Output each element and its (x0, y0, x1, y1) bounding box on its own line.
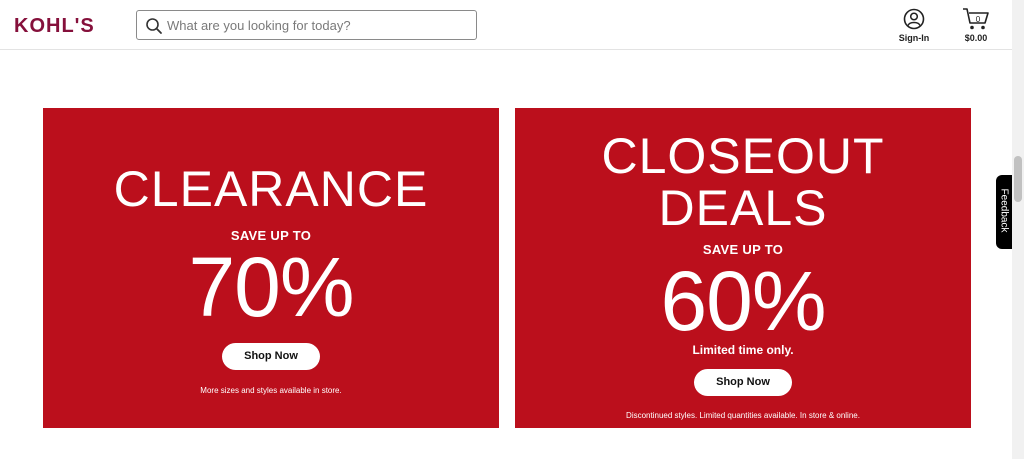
sign-in-label: Sign-In (898, 33, 930, 43)
shop-now-button[interactable]: Shop Now (222, 343, 320, 370)
search-icon (146, 18, 162, 34)
discount-percent: 70% (188, 240, 354, 334)
cart-link[interactable]: 0 $0.00 (956, 6, 996, 46)
promo-headline: CLEARANCE (43, 164, 499, 214)
discount-percent: 60% (660, 254, 826, 348)
cart-count: 0 (975, 15, 981, 24)
clearance-promo-banner[interactable]: CLEARANCE SAVE UP TO 70% Shop Now More s… (43, 108, 499, 428)
page-scrollbar[interactable] (1012, 0, 1024, 459)
promo-headline: CLOSEOUT DEALS (515, 130, 971, 234)
promo-headline-line: DEALS (658, 180, 828, 236)
shop-now-button[interactable]: Shop Now (694, 369, 792, 396)
site-header: KOHL'S Sign-In 0 $0.00 (0, 0, 1012, 50)
sign-in-link[interactable]: Sign-In (894, 6, 934, 46)
kohls-logo[interactable]: KOHL'S (14, 14, 122, 36)
svg-text:KOHL'S: KOHL'S (14, 15, 95, 36)
user-account-icon (903, 8, 925, 30)
fine-print: Discontinued styles. Limited quantities … (626, 411, 860, 420)
cart-total: $0.00 (964, 33, 988, 43)
closeout-deals-promo-banner[interactable]: CLOSEOUT DEALS SAVE UP TO 60% Limited ti… (515, 108, 971, 428)
fine-print: More sizes and styles available in store… (200, 386, 342, 395)
promo-headline-line: CLOSEOUT (601, 128, 885, 184)
promo-headline-line: CLEARANCE (113, 161, 429, 217)
feedback-label: Feedback (998, 188, 1010, 233)
search-input[interactable] (167, 15, 467, 35)
scrollbar-thumb[interactable] (1014, 156, 1022, 202)
limited-time-label: Limited time only. (692, 343, 794, 357)
feedback-tab[interactable]: Feedback (996, 175, 1012, 249)
search-box[interactable] (136, 10, 477, 40)
